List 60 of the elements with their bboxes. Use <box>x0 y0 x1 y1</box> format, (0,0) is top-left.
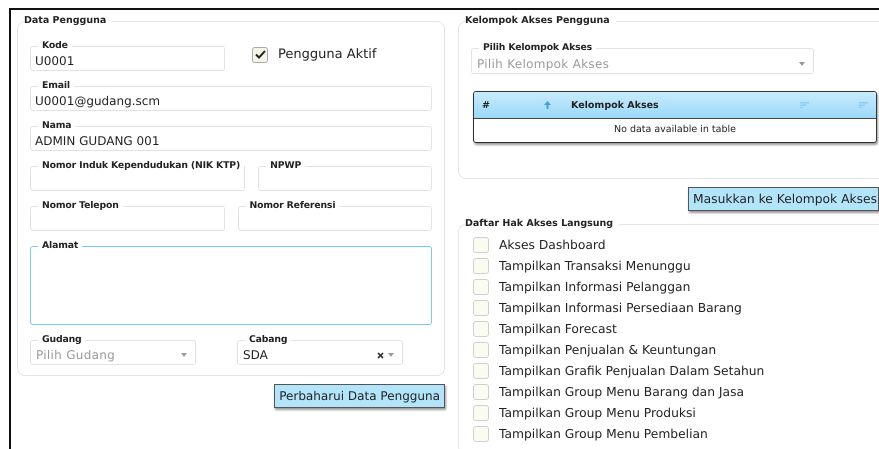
field-label: Gudang <box>41 334 83 346</box>
dropdown[interactable]: SDA <box>237 346 403 365</box>
field-label: Alamat <box>41 240 80 252</box>
field-label: Email <box>41 80 71 92</box>
checkbox-label: Tampilkan Forecast <box>499 322 617 336</box>
checkbox[interactable] <box>252 46 268 62</box>
checkbox-label: Tampilkan Penjualan & Keuntungan <box>499 342 716 356</box>
input-field[interactable] <box>30 172 246 191</box>
checkbox[interactable] <box>473 404 489 420</box>
empty-message: No data available in table <box>613 123 737 137</box>
field-label: Nomor Referensi <box>248 200 336 212</box>
checkbox-label: Tampilkan Group Menu Produksi <box>499 406 696 420</box>
checkbox[interactable] <box>473 258 489 274</box>
checkbox[interactable] <box>473 384 489 400</box>
dropdown-value: SDA <box>243 348 268 362</box>
caret-icon <box>799 62 805 66</box>
checkbox[interactable] <box>473 426 489 442</box>
field-label: Pilih Kelompok Akses <box>482 42 594 54</box>
column-header[interactable]: # <box>482 100 544 110</box>
field-label: Nama <box>41 120 72 132</box>
checkbox-label: Tampilkan Group Menu Pembelian <box>499 426 708 440</box>
field-label: Nomor Induk Kependudukan (NIK KTP) <box>41 160 242 172</box>
checkbox[interactable] <box>473 278 489 294</box>
update-button[interactable]: Perbaharui Data Pengguna <box>274 384 445 408</box>
clear-icon[interactable] <box>377 352 384 358</box>
dropdown-placeholder: Pilih Kelompok Akses <box>477 56 610 70</box>
caret-icon <box>181 353 187 357</box>
input-field[interactable]: ADMIN GUDANG 001 <box>30 132 432 151</box>
column-header[interactable]: Kelompok Akses <box>571 100 750 110</box>
checkbox-label: Tampilkan Grafik Penjualan Dalam Setahun <box>499 364 764 378</box>
checkbox-label: Pengguna Aktif <box>278 47 376 62</box>
checkbox[interactable] <box>473 236 489 252</box>
field-label: Nomor Telepon <box>41 200 120 212</box>
checkbox-label: Tampilkan Group Menu Barang dan Jasa <box>499 384 744 398</box>
panel-title: Kelompok Akses Pengguna <box>465 15 616 27</box>
text-area[interactable] <box>30 252 432 325</box>
checkbox[interactable] <box>473 300 489 316</box>
checkbox-label: Tampilkan Informasi Pelanggan <box>499 280 690 294</box>
input-field[interactable]: U0001 <box>30 52 225 71</box>
sort-up-icon[interactable] <box>544 101 551 109</box>
panel-title: Data Pengguna <box>24 15 112 27</box>
add-to-group-button[interactable]: Masukkan ke Kelompok Akses <box>688 187 879 211</box>
checkbox[interactable] <box>473 362 489 378</box>
input-field[interactable] <box>258 172 432 191</box>
input-field[interactable]: U0001@gudang.scm <box>30 92 432 111</box>
field-label: NPWP <box>269 160 302 172</box>
sort-icon[interactable] <box>859 102 868 108</box>
field-label: Cabang <box>248 334 288 346</box>
caret-icon <box>388 353 394 357</box>
checkbox-label: Tampilkan Informasi Persediaan Barang <box>499 300 742 314</box>
checkbox-label: Tampilkan Transaksi Menunggu <box>499 258 691 272</box>
input-field[interactable] <box>30 212 224 231</box>
field-label: Kode <box>41 40 69 52</box>
checkbox[interactable] <box>473 342 489 358</box>
dropdown-placeholder: Pilih Gudang <box>36 348 116 362</box>
checkbox[interactable] <box>473 320 489 336</box>
input-field[interactable] <box>238 212 432 231</box>
checkbox-label: Akses Dashboard <box>499 238 606 252</box>
sort-icon[interactable] <box>800 102 809 108</box>
panel-title: Daftar Hak Akses Langsung <box>465 218 620 230</box>
